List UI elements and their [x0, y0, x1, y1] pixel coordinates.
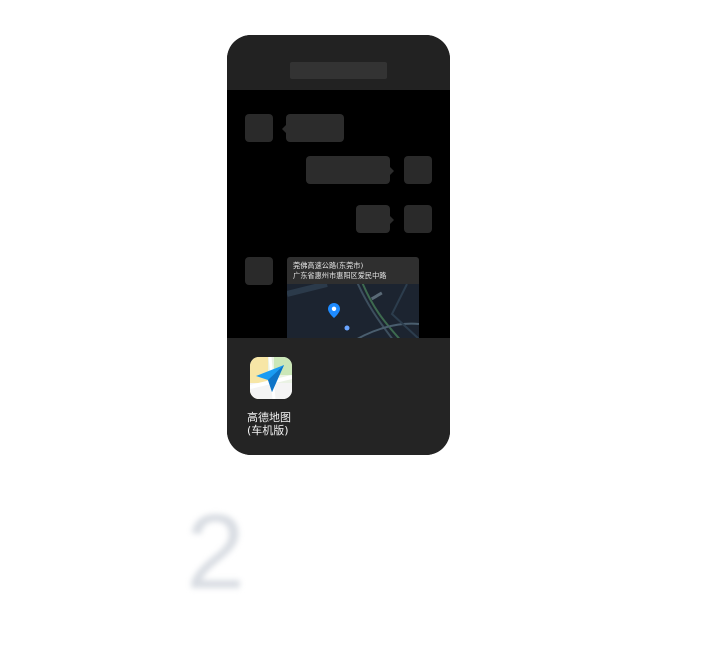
- map-pin-icon: [328, 303, 340, 318]
- avatar[interactable]: [245, 257, 273, 285]
- app-label-amap[interactable]: 高德地图 (车机版): [247, 411, 307, 437]
- share-app-sheet: 高德地图 (车机版): [227, 338, 450, 455]
- app-name: 高德地图: [247, 411, 291, 424]
- chat-title-placeholder: [290, 62, 387, 79]
- amap-navigation-arrow-icon[interactable]: [250, 357, 292, 399]
- message-bubble-received[interactable]: [282, 114, 344, 142]
- location-map-thumbnail: [287, 281, 419, 345]
- avatar[interactable]: [404, 156, 432, 184]
- avatar[interactable]: [245, 114, 273, 142]
- location-title: 莞佛高速公路(东莞市): [293, 261, 364, 270]
- step-number: 2: [186, 493, 245, 611]
- message-bubble-sent[interactable]: [356, 205, 394, 233]
- chat-message-list[interactable]: 莞佛高速公路(东莞市) 广东省惠州市惠阳区爱民中路: [227, 90, 450, 345]
- location-address: 广东省惠州市惠阳区爱民中路: [293, 271, 387, 280]
- phone-screen: 莞佛高速公路(东莞市) 广东省惠州市惠阳区爱民中路 高德地图 (车机版): [227, 35, 450, 455]
- avatar[interactable]: [404, 205, 432, 233]
- location-message-card[interactable]: 莞佛高速公路(东莞市) 广东省惠州市惠阳区爱民中路: [287, 257, 419, 345]
- message-bubble-sent[interactable]: [306, 156, 394, 184]
- app-variant: (车机版): [247, 424, 289, 437]
- chat-header: [227, 35, 450, 90]
